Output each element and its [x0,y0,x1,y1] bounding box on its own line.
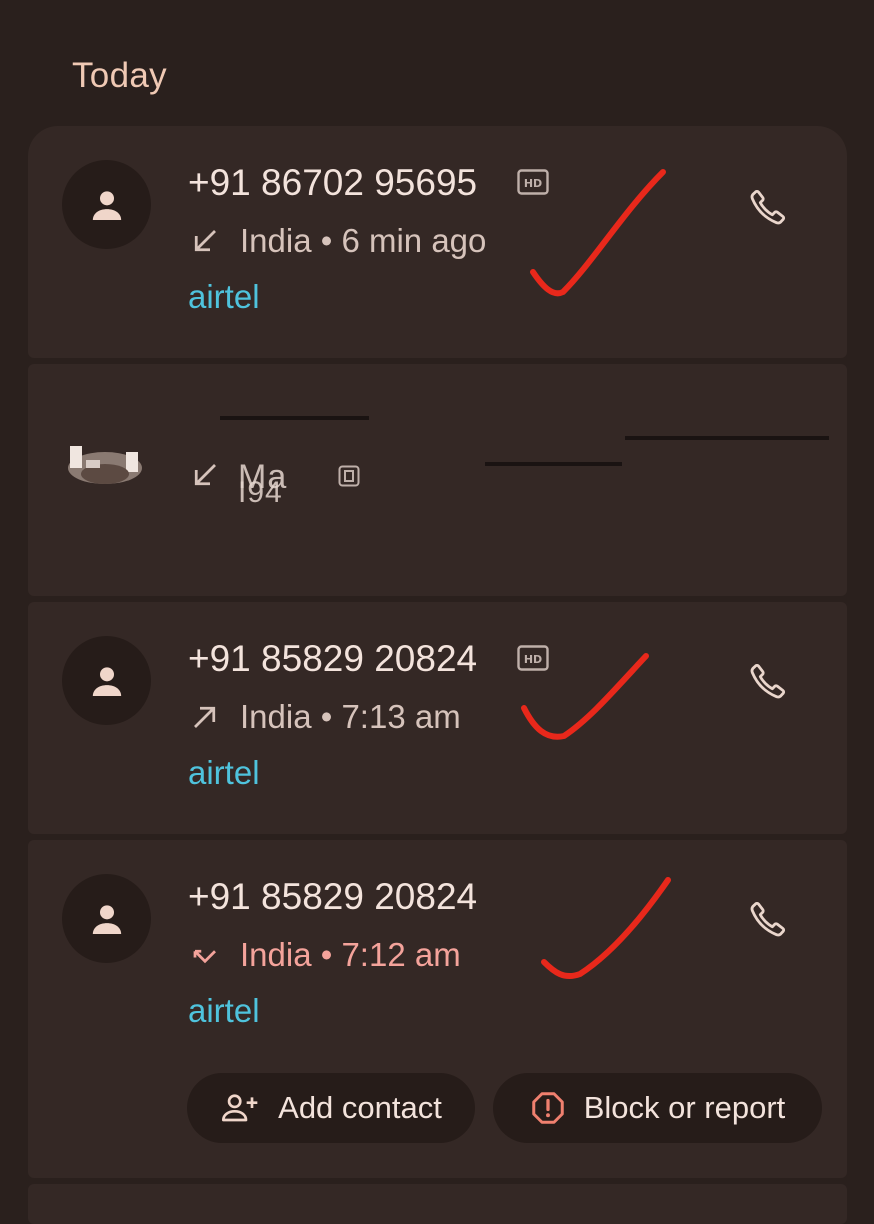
add-contact-label: Add contact [278,1090,442,1125]
outgoing-call-icon [190,702,220,732]
carrier-label: airtel [188,278,260,315]
person-icon [92,190,121,220]
separator: • [311,222,342,259]
call-location: India [240,222,312,259]
person-icon [92,904,121,934]
caller-number: +91 86702 95695 [188,162,478,203]
call-detail: I94 [238,476,283,509]
call-meta: India • 7:12 am [190,936,461,974]
separator: • [311,698,342,735]
incoming-call-icon [190,460,220,490]
checkmark-annotation [530,169,666,297]
call-meta: India • 7:13 am [190,698,461,736]
contact-photo [66,438,144,488]
caller-number: +91 85829 20824 [188,638,478,679]
call-location: India [240,698,312,735]
call-location: India [240,936,312,973]
hd-call-icon [338,465,360,487]
redaction-line [625,436,829,440]
phone-icon [750,901,786,937]
missed-call-icon [190,940,220,970]
call-time: 6 min ago [341,222,487,259]
call-meta: India • 6 min ago [190,222,486,260]
contact-avatar [62,636,151,725]
block-report-button[interactable]: Block or report [493,1073,822,1143]
carrier-label: airtel [188,992,260,1029]
report-icon [530,1090,566,1126]
person-icon [92,666,121,696]
phone-icon [750,663,786,699]
call-back-button[interactable] [738,651,798,711]
contact-avatar [62,874,151,963]
checkmark-annotation [521,653,649,740]
contact-avatar [62,160,151,249]
carrier-label: airtel [188,754,260,791]
phone-icon [750,189,786,225]
redaction-line [220,416,369,420]
call-log-item[interactable] [28,1184,847,1224]
section-title: Today [72,56,167,95]
add-person-icon [220,1092,260,1124]
separator: • [311,936,342,973]
call-back-button[interactable] [738,177,798,237]
redaction-line [485,462,622,466]
incoming-call-icon [190,226,220,256]
checkmark-annotation [541,877,671,980]
call-time: 7:13 am [341,698,461,735]
call-log-item[interactable]: Ma I94 [28,364,847,596]
caller-number: +91 85829 20824 [188,876,478,917]
call-log-item-expanded[interactable]: +91 85829 20824 India • 7:12 am airtel A… [28,840,847,1178]
add-contact-button[interactable]: Add contact [187,1073,475,1143]
block-report-label: Block or report [583,1090,786,1125]
call-log-item[interactable]: +91 86702 95695 HD India • 6 min ago air… [28,126,847,358]
call-back-button[interactable] [738,889,798,949]
call-log-item[interactable]: +91 85829 20824 HD India • 7:13 am airte… [28,602,847,834]
call-meta [190,460,240,490]
call-time: 7:12 am [341,936,461,973]
